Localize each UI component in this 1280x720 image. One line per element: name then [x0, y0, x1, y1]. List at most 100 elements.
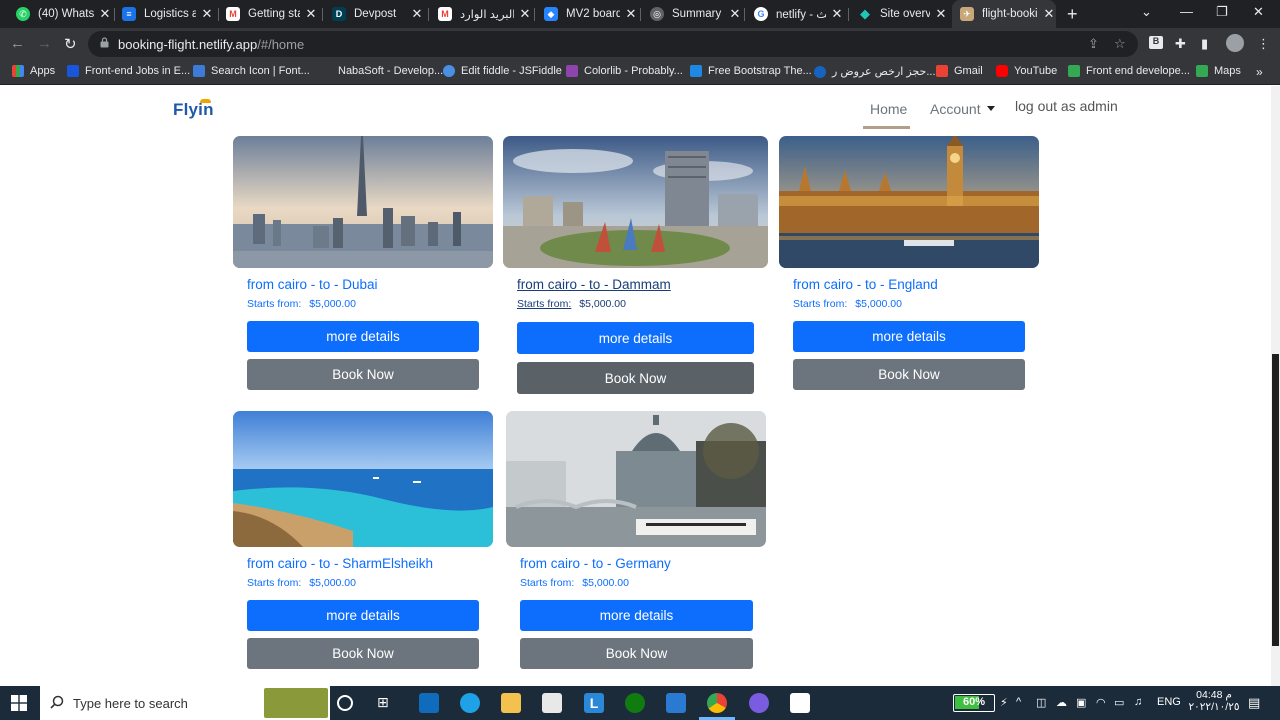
tab-getting-started[interactable]: M Getting star✕	[220, 0, 318, 28]
close-icon[interactable]: ✕	[934, 6, 948, 22]
bookmark-nabasoft[interactable]: NabaSoft - Develop...	[320, 65, 443, 77]
share-icon[interactable]: ⇪	[1088, 36, 1099, 52]
close-window-button[interactable]: ✕	[1253, 4, 1264, 20]
volume-icon[interactable]: ♫	[1134, 696, 1142, 708]
chrome-icon[interactable]	[707, 693, 727, 713]
bookmark-maps[interactable]: Maps	[1196, 65, 1241, 77]
tab-whatsapp[interactable]: ✆ (40) WhatsA✕	[10, 0, 112, 28]
dammam-image	[503, 136, 768, 268]
clock[interactable]: 04:48 م ٢٠٢٢/١٠/٢٥	[1188, 689, 1240, 713]
file-explorer-icon[interactable]	[501, 693, 521, 713]
taskbar-search-input[interactable]: Type here to search	[40, 686, 330, 720]
close-icon[interactable]: ✕	[410, 6, 424, 22]
display-icon[interactable]: ▣	[1076, 696, 1086, 709]
close-icon[interactable]: ✕	[304, 6, 318, 22]
logout-link[interactable]: log out as admin	[1015, 98, 1118, 114]
destination-title[interactable]: from cairo - to - Germany	[520, 556, 671, 571]
bookmark-youtube[interactable]: YouTube	[996, 65, 1057, 77]
scrollbar-thumb[interactable]	[1272, 354, 1279, 646]
xbox-icon[interactable]	[625, 693, 645, 713]
bookmark-colorlib[interactable]: Colorlib - Probably...	[566, 65, 683, 77]
more-details-button[interactable]: more details	[793, 321, 1025, 352]
tab-netlify-search[interactable]: G netlify - بحث✕	[748, 0, 844, 28]
close-icon[interactable]: ✕	[1042, 6, 1056, 22]
mail-app-icon[interactable]	[419, 693, 439, 713]
book-now-button[interactable]: Book Now	[517, 362, 754, 394]
profile-avatar[interactable]	[1226, 34, 1244, 52]
battery-indicator[interactable]: 60%	[953, 694, 995, 712]
language-indicator[interactable]: ENG	[1157, 696, 1181, 708]
tab-search-icon[interactable]: ⌄	[1141, 4, 1152, 20]
book-now-button[interactable]: Book Now	[520, 638, 753, 669]
bookmark-frontend-jobs[interactable]: Front-end Jobs in E...	[67, 65, 190, 77]
edge-icon[interactable]	[460, 693, 480, 713]
vscode-icon[interactable]	[666, 693, 686, 713]
bookmark-flight-deals[interactable]: حجز ارخص عروض ر...	[814, 65, 936, 78]
bookmarks-overflow-icon[interactable]: »	[1256, 65, 1263, 79]
tab-site-overview[interactable]: ◆ Site overvie✕	[852, 0, 948, 28]
destination-title[interactable]: from cairo - to - England	[793, 277, 938, 292]
notifications-icon[interactable]: ▤	[1248, 695, 1260, 711]
extension-b-icon[interactable]: B	[1149, 36, 1163, 49]
tab-flight-booking[interactable]: ✈ flight-booki ✕	[952, 0, 1056, 28]
more-details-button[interactable]: more details	[520, 600, 753, 631]
wifi-icon[interactable]: ◠	[1096, 696, 1106, 709]
onedrive-icon[interactable]: ☁	[1056, 696, 1067, 709]
close-icon[interactable]: ✕	[200, 6, 214, 22]
extensions-puzzle-icon[interactable]: ✚	[1175, 36, 1186, 52]
book-now-button[interactable]: Book Now	[247, 638, 479, 669]
back-icon[interactable]: ←	[10, 35, 25, 52]
task-view-icon[interactable]: ⊞	[377, 694, 397, 714]
more-details-button[interactable]: more details	[517, 322, 754, 354]
new-tab-button[interactable]: +	[1067, 4, 1078, 25]
tab-mv2-board[interactable]: ◆ MV2 board ✕	[538, 0, 638, 28]
battery-icon[interactable]: ▭	[1114, 696, 1124, 709]
minimize-button[interactable]: —	[1180, 4, 1193, 19]
bookmark-free-bootstrap[interactable]: Free Bootstrap The...	[690, 65, 812, 77]
close-icon[interactable]: ✕	[624, 6, 638, 22]
forward-icon[interactable]: →	[37, 35, 52, 52]
destination-title[interactable]: from cairo - to - Dammam	[517, 277, 671, 292]
sharmelsheikh-image	[233, 411, 493, 547]
bookmark-frontend-developer[interactable]: Front end develope...	[1068, 65, 1190, 77]
tab-inbox[interactable]: M البريد الوارد ✕	[432, 0, 532, 28]
menu-kebab-icon[interactable]: ⋮	[1257, 36, 1270, 52]
cortana-icon[interactable]	[337, 695, 353, 711]
destination-title[interactable]: from cairo - to - SharmElsheikh	[247, 556, 433, 571]
windows-start-icon[interactable]	[11, 695, 27, 711]
slack-icon[interactable]	[790, 693, 810, 713]
bookmark-star-icon[interactable]: ☆	[1114, 36, 1126, 52]
nav-account-dropdown[interactable]: Account	[930, 101, 995, 117]
more-details-button[interactable]: more details	[247, 321, 479, 352]
logo[interactable]: Flyin	[173, 99, 214, 120]
tab-logistics[interactable]: ≡ Logistics an✕	[116, 0, 214, 28]
close-icon[interactable]: ✕	[98, 6, 112, 22]
tab-devpost[interactable]: D Devpost ✕	[326, 0, 424, 28]
close-icon[interactable]: ✕	[728, 6, 742, 22]
bookmark-gmail[interactable]: Gmail	[936, 65, 983, 77]
maximize-button[interactable]: ❐	[1216, 4, 1228, 20]
url-field[interactable]: booking-flight.netlify.app/#/home ⇪ ☆	[88, 31, 1138, 57]
nav-home-link[interactable]: Home	[870, 101, 907, 117]
bookmark-apps[interactable]: Apps	[12, 65, 55, 77]
flag-icon	[193, 65, 205, 77]
more-details-button[interactable]: more details	[247, 600, 479, 631]
viber-icon[interactable]	[749, 693, 769, 713]
bookmark-jsfiddle[interactable]: Edit fiddle - JSFiddle	[443, 65, 562, 77]
store-icon[interactable]	[542, 693, 562, 713]
close-icon[interactable]: ✕	[830, 6, 844, 22]
book-now-button[interactable]: Book Now	[247, 359, 479, 390]
reload-icon[interactable]: ↻	[64, 35, 77, 53]
tab-summary[interactable]: ◎ Summary ✕	[644, 0, 742, 28]
l-app-icon[interactable]: L	[584, 693, 604, 713]
show-hidden-icons[interactable]: ^	[1016, 696, 1021, 708]
logo-wing-icon	[200, 99, 211, 103]
destination-title[interactable]: from cairo - to - Dubai	[247, 277, 378, 292]
meet-now-icon[interactable]: ◫	[1036, 696, 1046, 709]
bookmarks-bar: Apps Front-end Jobs in E... Search Icon …	[0, 60, 1280, 85]
power-icon[interactable]: ⚡	[1000, 696, 1008, 709]
side-panel-icon[interactable]: ▮	[1201, 36, 1208, 52]
book-now-button[interactable]: Book Now	[793, 359, 1025, 390]
bookmark-search-icon-font[interactable]: Search Icon | Font...	[193, 65, 310, 77]
close-icon[interactable]: ✕	[518, 6, 532, 22]
